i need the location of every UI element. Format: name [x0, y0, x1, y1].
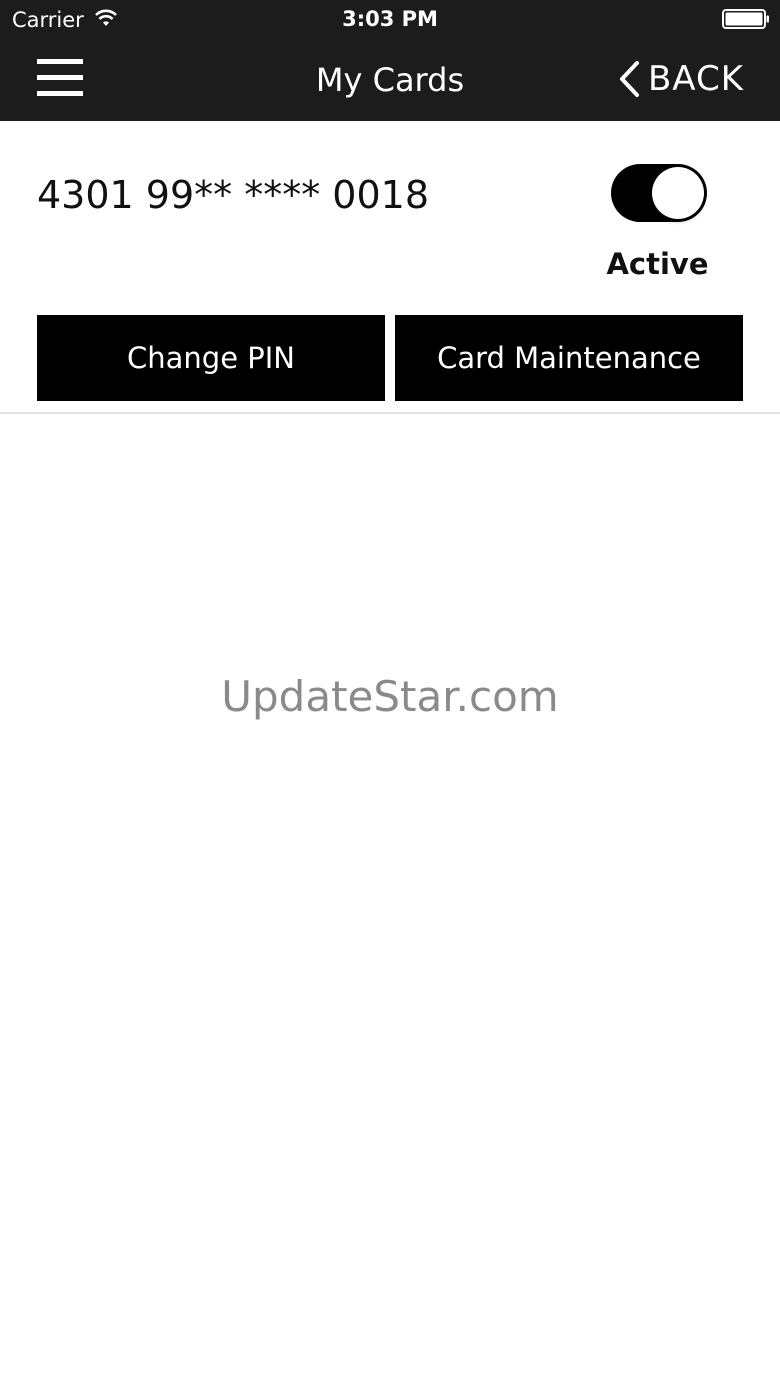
status-time: 3:03 PM — [342, 7, 438, 31]
toggle-knob — [652, 167, 704, 219]
battery-icon — [722, 9, 769, 29]
watermark-text: UpdateStar.com — [221, 672, 559, 721]
chevron-left-icon — [619, 61, 639, 97]
change-pin-button[interactable]: Change PIN — [37, 315, 385, 401]
card-status-label: Active — [606, 247, 709, 281]
back-button[interactable]: BACK — [618, 56, 744, 102]
card-maintenance-button[interactable]: Card Maintenance — [395, 315, 743, 401]
top-bar: Carrier 3:03 PM My Cards BACK — [0, 0, 780, 121]
my-cards-screen: Carrier 3:03 PM My Cards BACK 4301 99** … — [0, 0, 780, 1387]
divider — [0, 412, 780, 414]
card-active-toggle[interactable] — [611, 164, 707, 222]
back-label: BACK — [647, 59, 744, 99]
card-number: 4301 99** **** 0018 — [37, 173, 430, 217]
